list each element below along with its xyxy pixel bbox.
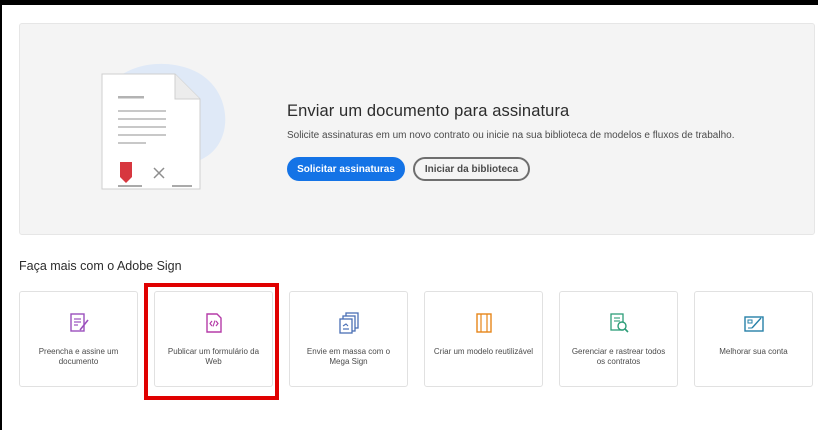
web-form-icon <box>205 313 222 333</box>
hero-buttons: Solicitar assinaturas Iniciar da bibliot… <box>287 157 807 181</box>
template-icon <box>475 313 492 333</box>
card-fill-sign[interactable]: Preencha e assine um documento <box>19 291 138 387</box>
card-web-form[interactable]: Publicar um formulário da Web <box>154 291 273 387</box>
card-label: Criar um modelo reutilizável <box>433 347 534 356</box>
fill-sign-icon <box>69 313 89 332</box>
card-label: Gerenciar e rastrear todos os contratos <box>571 347 666 366</box>
request-signatures-button[interactable]: Solicitar assinaturas <box>287 157 405 181</box>
card-label: Envie em massa com o Mega Sign <box>306 347 391 366</box>
manage-icon <box>609 313 629 333</box>
start-from-library-button[interactable]: Iniciar da biblioteca <box>413 157 530 181</box>
hero-text: Enviar um documento para assinatura Soli… <box>287 102 807 181</box>
mega-sign-icon <box>338 312 359 334</box>
card-label: Preencha e assine um documento <box>38 347 119 366</box>
card-label: Melhorar sua conta <box>719 347 788 356</box>
hero-title: Enviar um documento para assinatura <box>287 102 570 120</box>
card-upgrade[interactable]: Melhorar sua conta <box>694 291 813 387</box>
card-label: Publicar um formulário da Web <box>167 347 260 366</box>
section-title: Faça mais com o Adobe Sign <box>19 259 182 273</box>
hero-subtitle: Solicite assinaturas em um novo contrato… <box>287 130 735 141</box>
page: Enviar um documento para assinatura Soli… <box>2 5 818 430</box>
upgrade-icon <box>743 316 764 332</box>
document-illustration <box>101 63 226 190</box>
card-mega-sign[interactable]: Envie em massa com o Mega Sign <box>289 291 408 387</box>
card-template[interactable]: Criar um modelo reutilizável <box>424 291 543 387</box>
send-document-panel: Enviar um documento para assinatura Soli… <box>19 23 815 235</box>
card-manage[interactable]: Gerenciar e rastrear todos os contratos <box>559 291 678 387</box>
